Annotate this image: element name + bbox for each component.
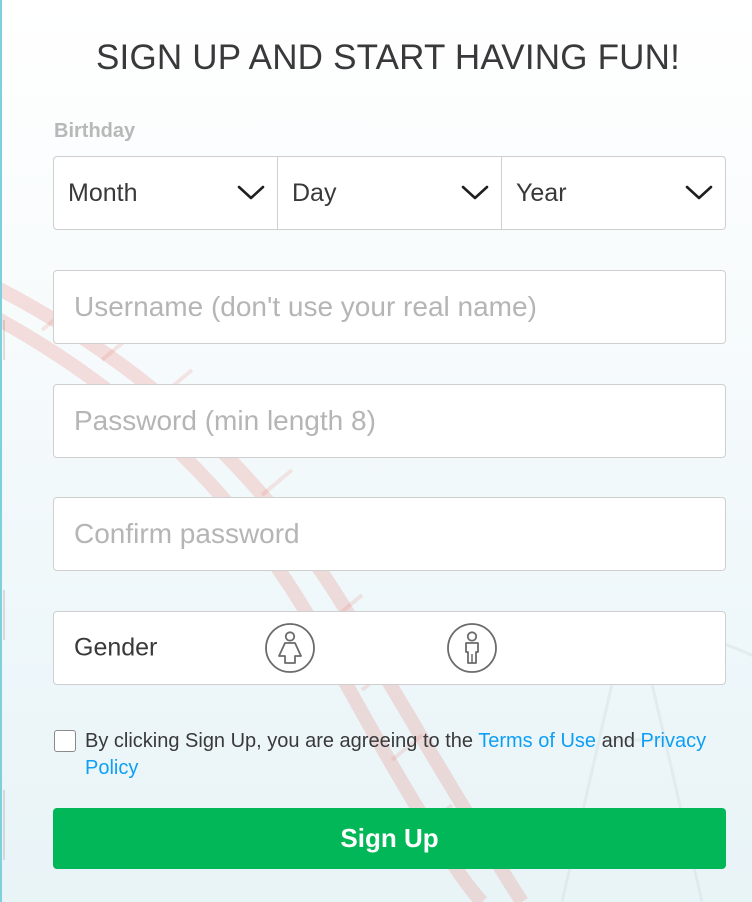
terms-checkbox[interactable] — [54, 730, 76, 752]
terms-conjunction: and — [596, 730, 641, 752]
gender-female-button[interactable] — [264, 622, 316, 674]
female-icon — [265, 623, 315, 673]
sign-up-button[interactable]: Sign Up — [53, 808, 726, 869]
gender-male-button[interactable] — [446, 622, 498, 674]
chevron-down-icon — [461, 185, 489, 200]
confirm-password-field-wrapper — [53, 497, 726, 571]
signup-panel: SIGN UP AND START HAVING FUN! Birthday M… — [0, 0, 752, 902]
birthday-selects: Month Day Year — [53, 156, 726, 230]
birthday-label: Birthday — [54, 120, 136, 142]
chevron-down-icon — [237, 185, 265, 200]
username-field-wrapper — [53, 270, 726, 344]
terms-of-use-link[interactable]: Terms of Use — [478, 730, 596, 752]
terms-text: By clicking Sign Up, you are agreeing to… — [85, 728, 725, 782]
username-input[interactable] — [54, 271, 725, 343]
chevron-down-icon — [685, 185, 713, 200]
terms-prefix: By clicking Sign Up, you are agreeing to… — [85, 730, 479, 752]
year-select[interactable]: Year — [501, 157, 725, 229]
gender-field: Gender — [53, 611, 726, 685]
confirm-password-input[interactable] — [54, 498, 725, 570]
male-icon — [447, 623, 497, 673]
password-input[interactable] — [54, 385, 725, 457]
gender-label: Gender — [74, 633, 158, 662]
year-select-value: Year — [516, 178, 567, 207]
signup-form: SIGN UP AND START HAVING FUN! Birthday M… — [2, 0, 752, 902]
month-select-value: Month — [68, 178, 138, 207]
day-select-value: Day — [292, 178, 337, 207]
page-title: SIGN UP AND START HAVING FUN! — [95, 38, 681, 77]
password-field-wrapper — [53, 384, 726, 458]
day-select[interactable]: Day — [277, 157, 501, 229]
month-select[interactable]: Month — [54, 157, 277, 229]
